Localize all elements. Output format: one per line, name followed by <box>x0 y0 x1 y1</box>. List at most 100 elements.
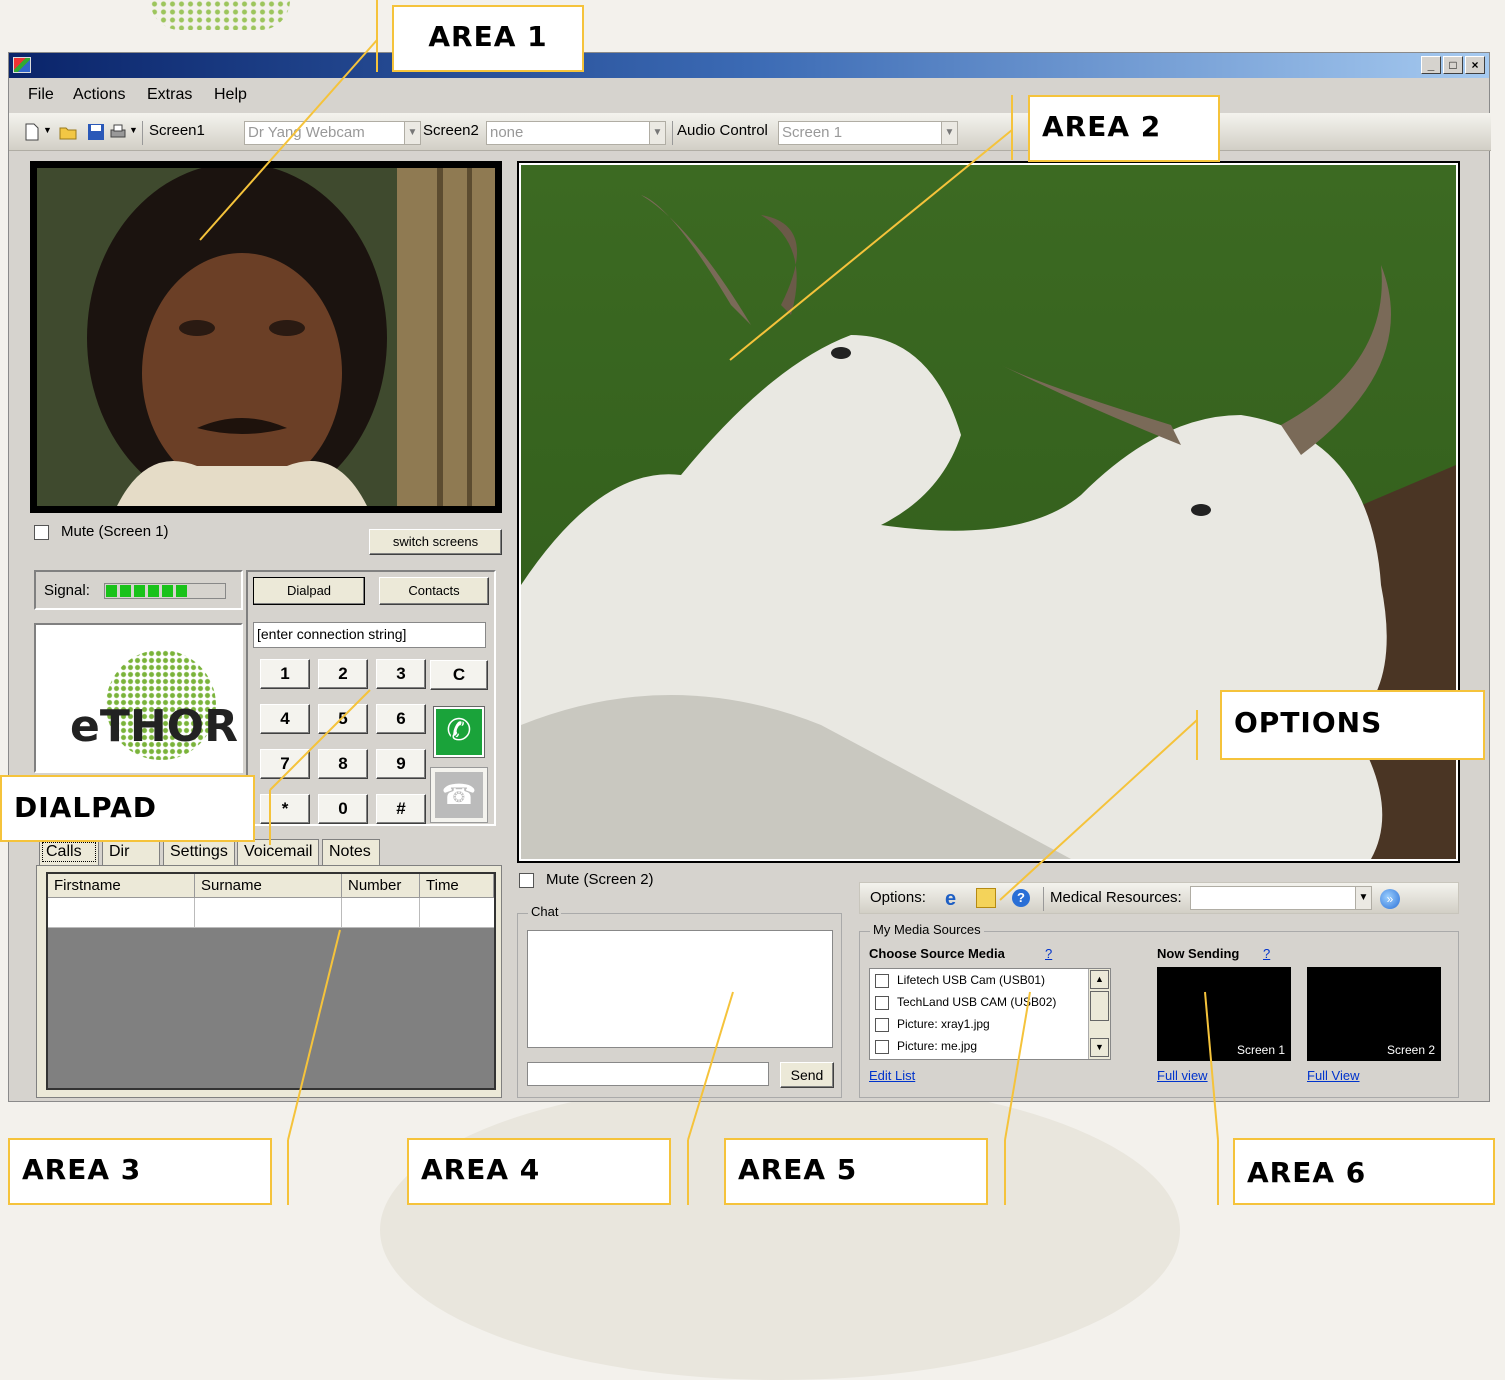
dial-key-9[interactable]: 9 <box>376 749 426 779</box>
signal-bar <box>134 585 145 597</box>
now-sending-screen1[interactable]: Screen 1 <box>1157 967 1291 1061</box>
scroll-down-icon[interactable]: ▼ <box>1090 1038 1109 1057</box>
callout-area3: AREA 3 <box>8 1138 272 1205</box>
medical-resources-select[interactable]: ▼ <box>1190 886 1372 910</box>
source-list-item[interactable]: Picture: xray1.jpg <box>875 1017 990 1037</box>
background-swoosh <box>380 1080 1180 1380</box>
choose-source-help-link[interactable]: ? <box>1045 946 1052 961</box>
dial-key-8[interactable]: 8 <box>318 749 368 779</box>
tab-dir[interactable]: Dir <box>102 839 160 865</box>
chevron-down-icon: ▼ <box>941 122 957 144</box>
calls-table: Firstname Surname Number Time <box>46 872 496 1090</box>
col-firstname[interactable]: Firstname <box>48 874 195 898</box>
edit-list-link[interactable]: Edit List <box>869 1068 915 1083</box>
scroll-up-icon[interactable]: ▲ <box>1090 970 1109 989</box>
screen1-video[interactable] <box>30 161 502 513</box>
print-dropdown-icon[interactable]: ▼ <box>129 125 138 135</box>
source-list-item[interactable]: Picture: me.jpg <box>875 1039 977 1059</box>
dial-key-4[interactable]: 4 <box>260 704 310 734</box>
chevron-down-icon: ▼ <box>404 122 420 144</box>
application-window: _ □ × File Actions Extras Help ▼ ▼ Scree… <box>8 52 1491 1102</box>
col-number[interactable]: Number <box>342 874 420 898</box>
phone-call-icon[interactable]: ✆ <box>433 706 485 758</box>
options-bar: Options: e ? Medical Resources: ▼ » <box>859 882 1459 914</box>
source-checkbox[interactable] <box>875 1039 889 1054</box>
go-arrow-icon[interactable]: » <box>1380 889 1400 909</box>
switch-screens-button[interactable]: switch screens <box>369 529 502 555</box>
screen2-select-value: none <box>490 124 524 141</box>
now-sending-screen2[interactable]: Screen 2 <box>1307 967 1441 1061</box>
source-checkbox[interactable] <box>875 995 889 1010</box>
open-folder-icon[interactable] <box>59 123 77 141</box>
dial-key-7[interactable]: 7 <box>260 749 310 779</box>
dialpad-tab-button[interactable]: Dialpad <box>253 577 365 605</box>
maximize-button[interactable]: □ <box>1443 56 1463 74</box>
source-checkbox[interactable] <box>875 973 889 988</box>
top-logo-dots <box>150 0 290 30</box>
app-icon <box>13 57 31 73</box>
dialpad-panel: Dialpad Contacts [enter connection strin… <box>246 570 496 826</box>
col-surname[interactable]: Surname <box>195 874 342 898</box>
mute-screen2-checkbox[interactable] <box>519 873 534 888</box>
chevron-down-icon: ▼ <box>649 122 665 144</box>
connection-string-input[interactable]: [enter connection string] <box>253 622 486 648</box>
scroll-thumb[interactable] <box>1090 991 1109 1021</box>
new-dropdown-icon[interactable]: ▼ <box>43 125 52 135</box>
dial-key-2[interactable]: 2 <box>318 659 368 689</box>
callout-area4: AREA 4 <box>407 1138 671 1205</box>
callout-area6: AREA 6 <box>1233 1138 1495 1205</box>
mute-screen1-checkbox[interactable] <box>34 525 49 540</box>
close-button[interactable]: × <box>1465 56 1485 74</box>
toolbar: ▼ ▼ Screen1 Dr Yang Webcam ▼ Screen2 none… <box>9 113 1491 151</box>
chat-history[interactable] <box>527 930 833 1048</box>
full-view-screen2-link[interactable]: Full View <box>1307 1068 1360 1083</box>
menu-help[interactable]: Help <box>214 86 247 104</box>
source-checkbox[interactable] <box>875 1017 889 1032</box>
full-view-screen1-link[interactable]: Full view <box>1157 1068 1208 1083</box>
screen1-select[interactable]: Dr Yang Webcam ▼ <box>244 121 421 145</box>
audio-control-select[interactable]: Screen 1 ▼ <box>778 121 958 145</box>
dial-key-star[interactable]: * <box>260 794 310 824</box>
print-icon[interactable] <box>109 123 127 141</box>
signal-bar <box>120 585 131 597</box>
source-label: Picture: me.jpg <box>897 1039 978 1053</box>
dial-key-6[interactable]: 6 <box>376 704 426 734</box>
menu-actions[interactable]: Actions <box>73 86 125 104</box>
menu-file[interactable]: File <box>28 86 54 104</box>
internet-explorer-icon[interactable]: e <box>945 888 956 911</box>
col-time[interactable]: Time <box>420 874 494 898</box>
chat-legend: Chat <box>528 904 562 919</box>
screen2-select[interactable]: none ▼ <box>486 121 666 145</box>
minimize-button[interactable]: _ <box>1421 56 1441 74</box>
clear-key[interactable]: C <box>430 660 488 690</box>
audio-control-value: Screen 1 <box>782 124 843 141</box>
contacts-tab-button[interactable]: Contacts <box>379 577 489 605</box>
help-icon[interactable]: ? <box>1012 889 1030 907</box>
source-list-item[interactable]: TechLand USB CAM (USB02) <box>875 995 1056 1015</box>
table-row[interactable] <box>48 898 494 928</box>
callout-area1: AREA 1 <box>392 5 584 72</box>
source-media-list: Lifetech USB Cam (USB01) TechLand USB CAM… <box>869 968 1111 1060</box>
dial-key-0[interactable]: 0 <box>318 794 368 824</box>
dial-key-3[interactable]: 3 <box>376 659 426 689</box>
send-button[interactable]: Send <box>780 1062 834 1088</box>
save-disk-icon[interactable] <box>87 123 105 141</box>
signal-bar <box>176 585 187 597</box>
dial-key-5[interactable]: 5 <box>318 704 368 734</box>
dial-key-1[interactable]: 1 <box>260 659 310 689</box>
tab-settings[interactable]: Settings <box>163 839 235 865</box>
contacts-card-icon[interactable] <box>976 888 996 908</box>
source-list-item[interactable]: Lifetech USB Cam (USB01) <box>875 973 1045 993</box>
menu-extras[interactable]: Extras <box>147 86 192 104</box>
new-document-icon[interactable] <box>23 123 41 141</box>
tab-voicemail[interactable]: Voicemail <box>237 839 319 865</box>
hangup-button[interactable]: ☎ <box>430 767 488 823</box>
chat-message-input[interactable] <box>527 1062 769 1086</box>
dial-key-hash[interactable]: # <box>376 794 426 824</box>
tab-calls[interactable]: Calls <box>39 839 99 865</box>
callout-area2: AREA 2 <box>1028 95 1220 162</box>
tab-notes[interactable]: Notes <box>322 839 380 865</box>
mute-screen1-label: Mute (Screen 1) <box>61 523 169 540</box>
now-sending-help-link[interactable]: ? <box>1263 946 1270 961</box>
source-list-scrollbar[interactable]: ▲ ▼ <box>1088 969 1110 1059</box>
